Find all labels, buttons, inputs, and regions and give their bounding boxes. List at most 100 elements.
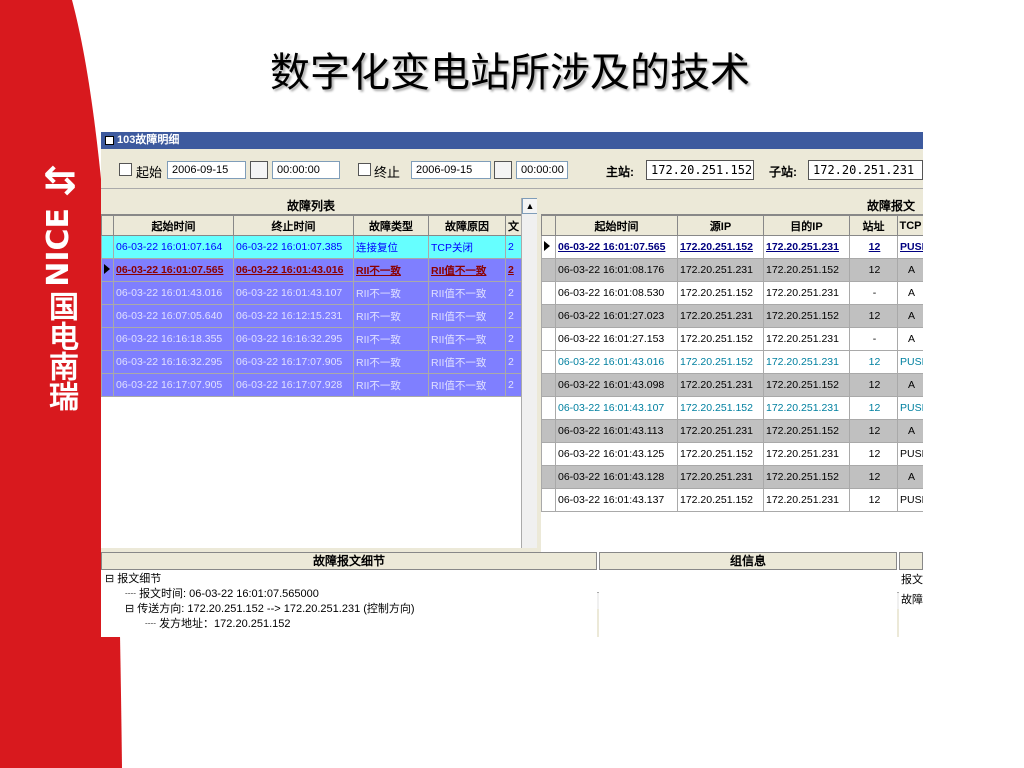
row-indicator <box>101 373 114 397</box>
table-row[interactable]: 06-03-22 16:17:07.905 06-03-22 16:17:07.… <box>101 373 522 397</box>
table-row[interactable]: 06-03-22 16:16:32.295 06-03-22 16:17:07.… <box>101 350 522 374</box>
column-header[interactable]: 起始时间 <box>555 215 678 236</box>
scroll-up-icon[interactable]: ▲ <box>522 198 537 214</box>
table-row[interactable]: 06-03-22 16:16:18.355 06-03-22 16:16:32.… <box>101 327 522 351</box>
start-checkbox[interactable] <box>119 163 132 176</box>
row-indicator <box>101 281 114 305</box>
tree-node[interactable]: ┈ 报文时间: 06-03-22 16:01:07.565000 <box>125 587 319 602</box>
cell: 06-03-22 16:01:43.016 <box>113 281 234 305</box>
cell: RII值不一致 <box>428 281 506 305</box>
cell: A <box>897 327 923 351</box>
cell: 2 <box>505 327 522 351</box>
end-date-input[interactable]: 2006-09-15 <box>411 161 491 179</box>
start-date-input[interactable]: 2006-09-15 <box>167 161 246 179</box>
cell: 06-03-22 16:01:07.565 <box>555 235 678 259</box>
group-col-a: 报文 <box>901 574 923 586</box>
slide-title: 数字化变电站所涉及的技术 <box>270 50 750 96</box>
tree-node[interactable]: ⊟ 传送方向: 172.20.251.152 --> 172.20.251.23… <box>125 602 415 617</box>
cell: 172.20.251.152 <box>677 488 764 512</box>
table-row[interactable]: 06-03-22 16:01:27.023 172.20.251.231 172.2… <box>541 304 923 328</box>
cell: - <box>849 281 898 305</box>
cell: 06-03-22 16:16:18.355 <box>113 327 234 351</box>
cell: 12 <box>849 235 898 259</box>
row-indicator <box>541 235 556 259</box>
tree-node[interactable]: ┈ 发方地址：172.20.251.152 <box>145 617 291 632</box>
table-row-selected[interactable]: 06-03-22 16:01:07.565 06-03-22 16:01:43.… <box>101 258 522 282</box>
cell: 连接复位 <box>353 235 429 259</box>
cell: A <box>897 465 923 489</box>
start-date-picker-button[interactable] <box>250 161 268 179</box>
table-row[interactable]: 06-03-22 16:01:43.113 172.20.251.231 172.2… <box>541 419 923 443</box>
sub-ip-input[interactable]: 172.20.251.231 <box>808 160 923 180</box>
cell: 06-03-22 16:16:32.295 <box>233 327 354 351</box>
window-titlebar: 103故障明细 <box>101 132 923 149</box>
column-header[interactable]: 故障原因 <box>428 215 506 236</box>
cell: 06-03-22 16:17:07.905 <box>113 373 234 397</box>
cell: RII值不一致 <box>428 350 506 374</box>
cell: PUSH <box>897 488 923 512</box>
fault-message-pane: 故障报文 起始时间 源IP 目的IP 站址 TCP 06-03-22 16:01… <box>541 198 923 609</box>
cell: 12 <box>849 396 898 420</box>
column-header[interactable]: TCP <box>897 215 923 236</box>
cell: 12 <box>849 419 898 443</box>
table-row[interactable]: 06-03-22 16:01:43.098 172.20.251.231 172.2… <box>541 373 923 397</box>
table-row[interactable]: 06-03-22 16:01:27.153 172.20.251.152 172.2… <box>541 327 923 351</box>
column-header[interactable]: 目的IP <box>763 215 850 236</box>
logo-text: NICE <box>41 208 76 287</box>
row-indicator <box>101 304 114 328</box>
cell: A <box>897 258 923 282</box>
fault-list-vertical-scrollbar[interactable]: ▲ ▼ <box>521 198 537 548</box>
table-row[interactable]: 06-03-22 16:01:43.137 172.20.251.152 172.2… <box>541 488 923 512</box>
cell: 06-03-22 16:12:15.231 <box>233 304 354 328</box>
cell: 2 <box>505 281 522 305</box>
master-ip-input[interactable]: 172.20.251.152 <box>646 160 754 180</box>
group-side-pane: 报文 故障 <box>899 570 923 637</box>
cell: 06-03-22 16:01:07.385 <box>233 235 354 259</box>
cell: 172.20.251.231 <box>677 465 764 489</box>
cell: - <box>849 327 898 351</box>
table-row[interactable]: 06-03-22 16:01:43.107 172.20.251.152 172.2… <box>541 396 923 420</box>
current-row-arrow-icon <box>104 263 110 274</box>
table-row[interactable]: 06-03-22 16:01:07.164 06-03-22 16:01:07.… <box>101 235 522 259</box>
tree-node-root[interactable]: ⊟ 报文细节 <box>105 572 161 587</box>
table-row[interactable]: 06-03-22 16:01:43.016 06-03-22 16:01:43.… <box>101 281 522 305</box>
current-row-arrow-icon <box>544 240 550 251</box>
start-time-input[interactable]: 00:00:00 <box>272 161 340 179</box>
row-indicator <box>101 327 114 351</box>
end-time-input[interactable]: 00:00:00 <box>516 161 568 179</box>
cell: 12 <box>849 488 898 512</box>
cell: RII值不一致 <box>428 327 506 351</box>
cell: 12 <box>849 258 898 282</box>
cell: 172.20.251.231 <box>677 304 764 328</box>
cell: RII不一致 <box>353 327 429 351</box>
column-header[interactable]: 起始时间 <box>113 215 234 236</box>
end-checkbox[interactable] <box>358 163 371 176</box>
row-indicator <box>101 350 114 374</box>
table-row[interactable]: 06-03-22 16:01:08.530 172.20.251.152 172.2… <box>541 281 923 305</box>
group-info-title: 组信息 <box>599 552 897 570</box>
cell: TCP关闭 <box>428 235 506 259</box>
column-header[interactable]: 终止时间 <box>233 215 354 236</box>
row-indicator <box>541 281 556 305</box>
table-row[interactable]: 06-03-22 16:01:43.128 172.20.251.231 172.2… <box>541 465 923 489</box>
company-logo: ⇆ NICE 国电南瑞 <box>30 160 90 460</box>
table-row-selected[interactable]: 06-03-22 16:01:07.565 172.20.251.152 172.2… <box>541 235 923 259</box>
table-row[interactable]: 06-03-22 16:07:05.640 06-03-22 16:12:15.… <box>101 304 522 328</box>
column-header[interactable]: 文 <box>505 215 522 236</box>
table-row[interactable]: 06-03-22 16:01:08.176 172.20.251.231 172.2… <box>541 258 923 282</box>
cell: 06-03-22 16:17:07.928 <box>233 373 354 397</box>
cell: 12 <box>849 442 898 466</box>
fault-list-table: 起始时间 终止时间 故障类型 故障原因 文 06-03-22 16:01:07.… <box>101 215 522 397</box>
column-header[interactable]: 源IP <box>677 215 764 236</box>
column-header[interactable]: 站址 <box>849 215 898 236</box>
row-indicator <box>541 258 556 282</box>
column-header[interactable]: 故障类型 <box>353 215 429 236</box>
fault-list-header: 起始时间 终止时间 故障类型 故障原因 文 <box>101 215 522 236</box>
table-row[interactable]: 06-03-22 16:01:43.125 172.20.251.152 172.2… <box>541 442 923 466</box>
cell: 12 <box>849 304 898 328</box>
table-row[interactable]: 06-03-22 16:01:43.016 172.20.251.152 172.2… <box>541 350 923 374</box>
end-date-picker-button[interactable] <box>494 161 512 179</box>
cell: 2 <box>505 350 522 374</box>
window-menu-icon[interactable] <box>105 135 114 145</box>
cell: RII不一致 <box>353 281 429 305</box>
